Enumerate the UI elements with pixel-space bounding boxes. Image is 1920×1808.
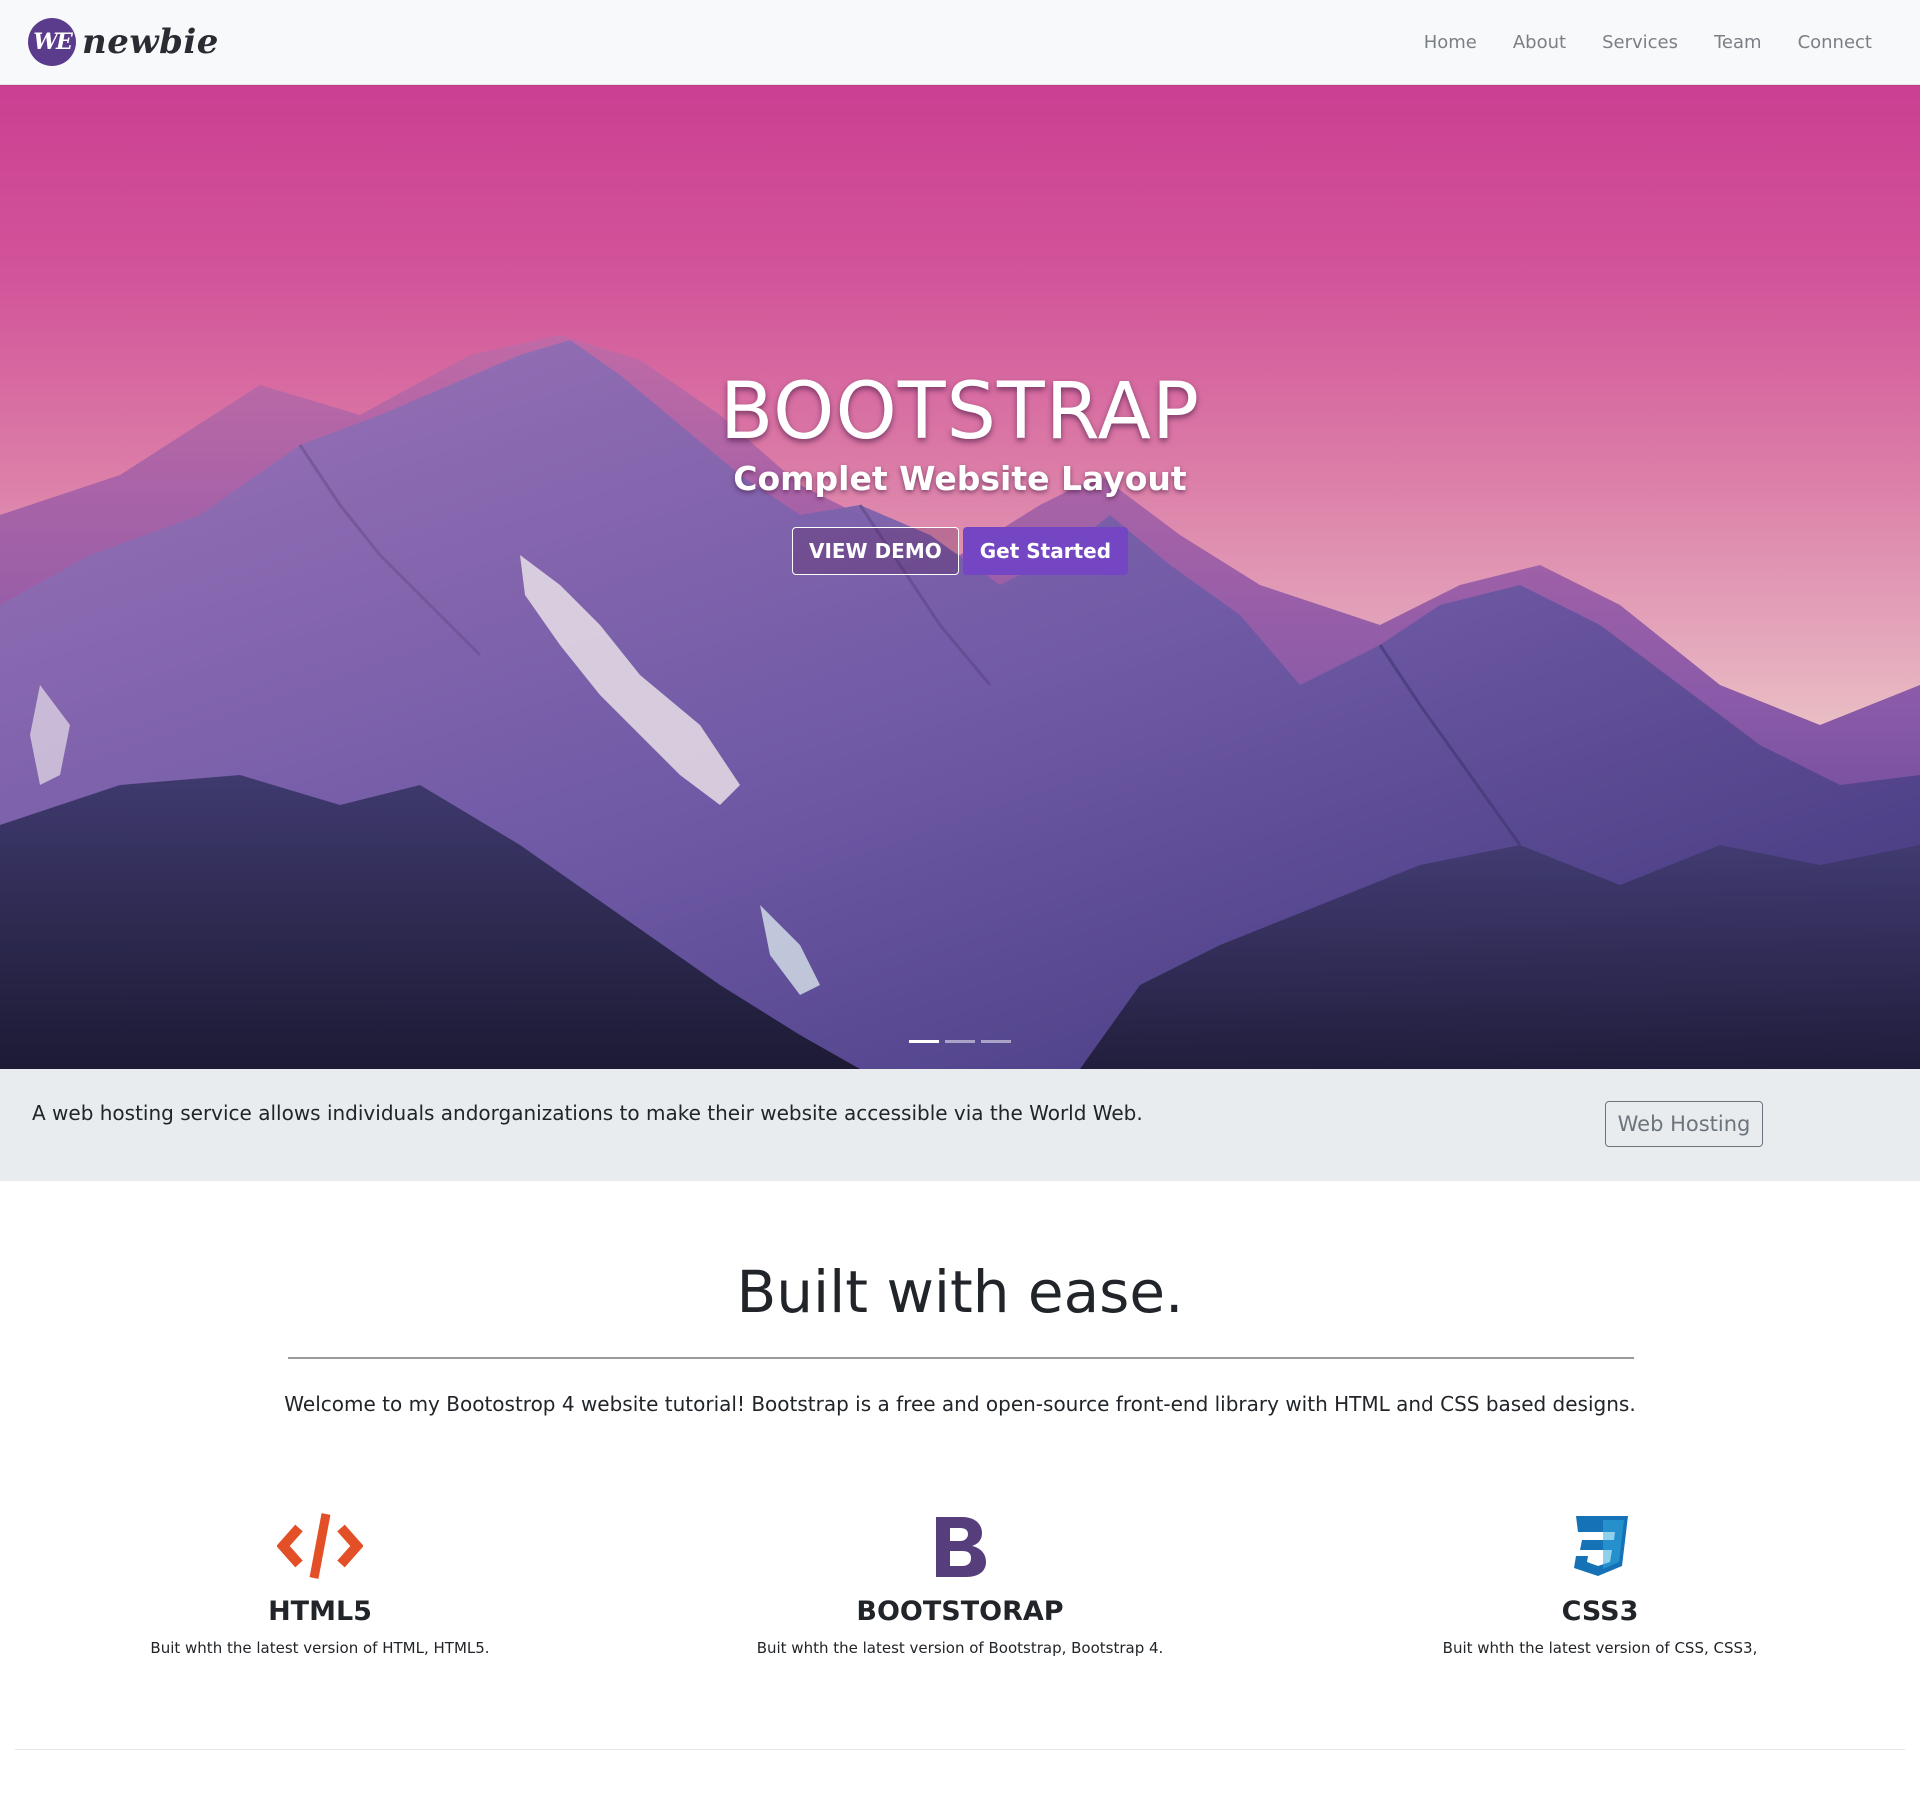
- hosting-banner-text: A web hosting service allows individuals…: [32, 1101, 1143, 1125]
- feature-title: BOOTSTORAP: [856, 1596, 1064, 1627]
- get-started-button[interactable]: Get Started: [962, 527, 1129, 575]
- carousel-indicator-3[interactable]: [981, 1040, 1011, 1043]
- brand-logo[interactable]: WE newbie: [28, 16, 219, 68]
- nav-link-about[interactable]: About: [1513, 32, 1566, 53]
- web-hosting-button[interactable]: Web Hosting: [1605, 1101, 1763, 1147]
- hero-buttons: VIEW DEMO Get Started: [0, 527, 1920, 575]
- hero-title: BOOTSTRAP: [719, 367, 1201, 457]
- bootstrap-icon: [640, 1510, 1280, 1582]
- nav-link-services[interactable]: Services: [1602, 32, 1678, 53]
- nav-links: Home About Services Team Connect: [1388, 0, 1872, 84]
- nav-link-team[interactable]: Team: [1714, 32, 1762, 53]
- feature-html5: HTML5 Buit whth the latest version of HT…: [0, 1510, 640, 1657]
- carousel-indicator-1[interactable]: [909, 1040, 939, 1043]
- hero-subtitle: Complet Website Layout: [733, 459, 1187, 498]
- feature-css3: CSS3 Buit whth the latest version of CSS…: [1280, 1510, 1920, 1657]
- navbar: WE newbie Home About Services Team Conne…: [0, 0, 1920, 85]
- css3-icon: [1280, 1510, 1920, 1582]
- mountain-background-image: [0, 335, 1920, 1069]
- hero-carousel: BOOTSTRAP Complet Website Layout VIEW DE…: [0, 85, 1920, 1069]
- carousel-indicator-2[interactable]: [945, 1040, 975, 1043]
- welcome-lead: Welcome to my Bootostrop 4 website tutor…: [284, 1392, 1636, 1416]
- feature-title: HTML5: [268, 1596, 372, 1627]
- feature-text: Buit whth the latest version of HTML, HT…: [150, 1639, 490, 1657]
- section-divider: [15, 1749, 1905, 1750]
- brand-wordmark: newbie: [82, 22, 219, 62]
- feature-title: CSS3: [1561, 1596, 1639, 1627]
- code-icon: [0, 1510, 640, 1582]
- welcome-divider: [288, 1357, 1634, 1359]
- nav-link-home[interactable]: Home: [1424, 32, 1477, 53]
- hosting-banner: A web hosting service allows individuals…: [0, 1069, 1920, 1181]
- welcome-heading: Built with ease.: [736, 1258, 1184, 1326]
- feature-text: Buit whth the latest version of CSS, CSS…: [1442, 1639, 1758, 1657]
- carousel-indicators: [0, 1040, 1920, 1043]
- feature-bootstrap: BOOTSTORAP Buit whth the latest version …: [640, 1510, 1280, 1657]
- view-demo-button[interactable]: VIEW DEMO: [791, 527, 959, 575]
- nav-link-connect[interactable]: Connect: [1798, 32, 1872, 53]
- brand-badge: WE: [28, 18, 76, 66]
- feature-text: Buit whth the latest version of Bootstra…: [756, 1639, 1164, 1657]
